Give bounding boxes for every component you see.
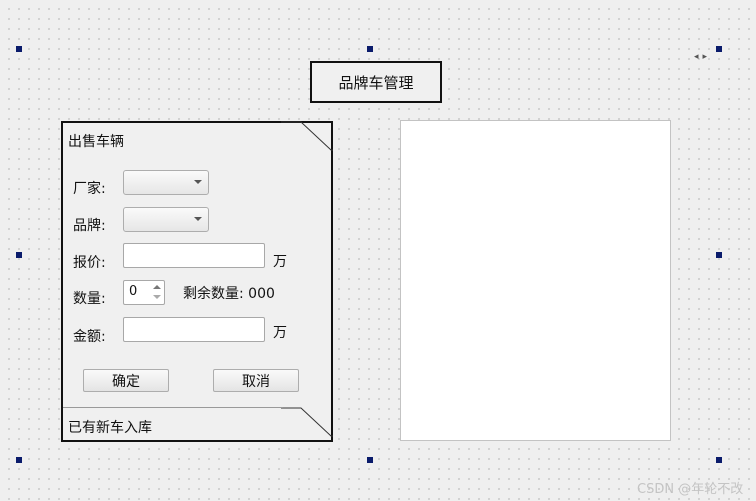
remaining-quantity-text: 剩余数量: 000 <box>183 286 275 302</box>
selection-handle-middle-left[interactable] <box>16 252 22 258</box>
sale-section-title: 出售车辆 <box>68 134 124 150</box>
section-tab-corner-icon <box>281 407 333 437</box>
brand-label: 品牌: <box>73 218 106 234</box>
selection-handle-bottom-left[interactable] <box>16 457 22 463</box>
quantity-stepper[interactable]: 0 <box>123 280 165 305</box>
amount-input[interactable] <box>123 317 265 342</box>
selection-handle-top-right[interactable] <box>716 46 722 52</box>
chevron-down-icon <box>194 217 202 221</box>
stepper-up-icon[interactable] <box>153 285 161 289</box>
quantity-value: 0 <box>129 284 138 299</box>
amount-unit-label: 万 <box>273 325 287 341</box>
selection-handle-top-center[interactable] <box>367 46 373 52</box>
watermark-text: CSDN @年轮不改 <box>637 482 744 497</box>
brand-combobox[interactable] <box>123 207 209 232</box>
section-divider <box>63 407 283 408</box>
quantity-label: 数量: <box>73 291 106 307</box>
scroll-arrows-icon[interactable]: ◂▸ <box>694 52 711 62</box>
confirm-button[interactable]: 确定 <box>83 369 169 392</box>
section-tab-corner-icon <box>281 121 333 151</box>
page-title-label: 品牌车管理 <box>338 73 414 92</box>
selection-handle-top-left[interactable] <box>16 46 22 52</box>
stepper-down-icon[interactable] <box>153 295 161 299</box>
selection-handle-bottom-center[interactable] <box>367 457 373 463</box>
chevron-down-icon <box>194 180 202 184</box>
manufacturer-label: 厂家: <box>73 181 106 197</box>
manufacturer-combobox[interactable] <box>123 170 209 195</box>
selection-handle-bottom-right[interactable] <box>716 457 722 463</box>
sales-record-list[interactable] <box>400 120 671 441</box>
price-input[interactable] <box>123 243 265 268</box>
page-title: 品牌车管理 <box>310 61 442 103</box>
selection-handle-middle-right[interactable] <box>716 252 722 258</box>
cancel-button[interactable]: 取消 <box>213 369 299 392</box>
stock-section-title: 已有新车入库 <box>68 420 152 436</box>
amount-label: 金额: <box>73 329 106 345</box>
price-label: 报价: <box>73 255 106 271</box>
price-unit-label: 万 <box>273 254 287 270</box>
sale-panel: 出售车辆 厂家: 品牌: 报价: 万 数量: 0 剩余数量: 000 金额: 万… <box>61 121 333 442</box>
